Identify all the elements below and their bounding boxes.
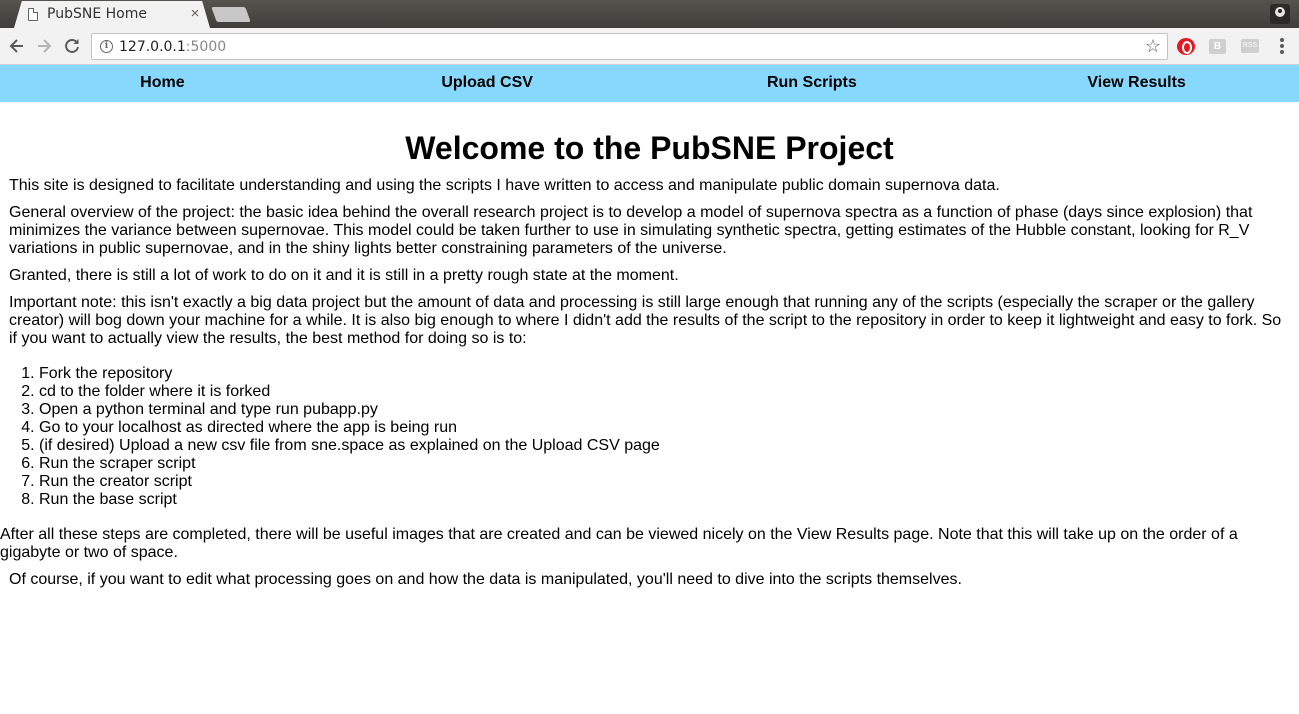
closing-paragraph: Of course, if you want to edit what proc… <box>9 571 962 588</box>
tab-title: PubSNE Home <box>47 6 147 22</box>
list-item: Run the base script <box>39 491 1299 509</box>
new-tab-button[interactable] <box>211 7 251 22</box>
nav-view-results-link[interactable]: View Results <box>974 65 1299 102</box>
url-text[interactable]: 127.0.0.1:5000 <box>119 39 226 55</box>
rss-extension-icon[interactable]: RSS <box>1241 39 1259 53</box>
list-item: Go to your localhost as directed where t… <box>39 419 1299 437</box>
list-item: cd to the folder where it is forked <box>39 383 1299 401</box>
browser-toolbar: i 127.0.0.1:5000 ☆ B RSS <box>0 28 1299 65</box>
list-item: Run the creator script <box>39 473 1299 491</box>
page-icon <box>28 8 38 21</box>
list-item: Open a python terminal and type run puba… <box>39 401 1299 419</box>
page-title: Welcome to the PubSNE Project <box>405 130 894 166</box>
bookmark-star-icon[interactable]: ☆ <box>1145 36 1161 57</box>
extension-b-icon[interactable]: B <box>1209 39 1226 54</box>
steps-list: Fork the repository cd to the folder whe… <box>0 365 1299 509</box>
profile-icon[interactable] <box>1270 4 1290 24</box>
status-paragraph: Granted, there is still a lot of work to… <box>9 267 679 284</box>
browser-menu-icon[interactable] <box>1277 37 1287 57</box>
list-item: Fork the repository <box>39 365 1299 383</box>
opera-extension-icon[interactable] <box>1177 38 1195 55</box>
tab-strip: PubSNE Home × <box>0 0 1299 28</box>
browser-tab[interactable]: PubSNE Home × <box>14 1 210 28</box>
list-item: Run the scraper script <box>39 455 1299 473</box>
nav-upload-csv-link[interactable]: Upload CSV <box>325 65 650 102</box>
reload-icon[interactable] <box>62 36 82 56</box>
after-steps-paragraph: After all these steps are completed, the… <box>0 526 1238 561</box>
site-nav: Home Upload CSV Run Scripts View Results <box>0 65 1299 102</box>
forward-arrow-icon[interactable] <box>34 36 54 56</box>
close-tab-icon[interactable]: × <box>188 5 202 23</box>
nav-home-link[interactable]: Home <box>0 65 325 102</box>
overview-paragraph: General overview of the project: the bas… <box>9 204 1253 257</box>
info-icon[interactable]: i <box>100 40 113 53</box>
intro-paragraph: This site is designed to facilitate unde… <box>9 177 1000 194</box>
list-item: (if desired) Upload a new csv file from … <box>39 437 1299 455</box>
back-arrow-icon[interactable] <box>7 36 27 56</box>
main-content: Welcome to the PubSNE Project This site … <box>0 102 1299 589</box>
address-bar[interactable]: i 127.0.0.1:5000 ☆ <box>91 33 1168 60</box>
nav-run-scripts-link[interactable]: Run Scripts <box>650 65 975 102</box>
important-note-paragraph: Important note: this isn't exactly a big… <box>9 294 1282 347</box>
